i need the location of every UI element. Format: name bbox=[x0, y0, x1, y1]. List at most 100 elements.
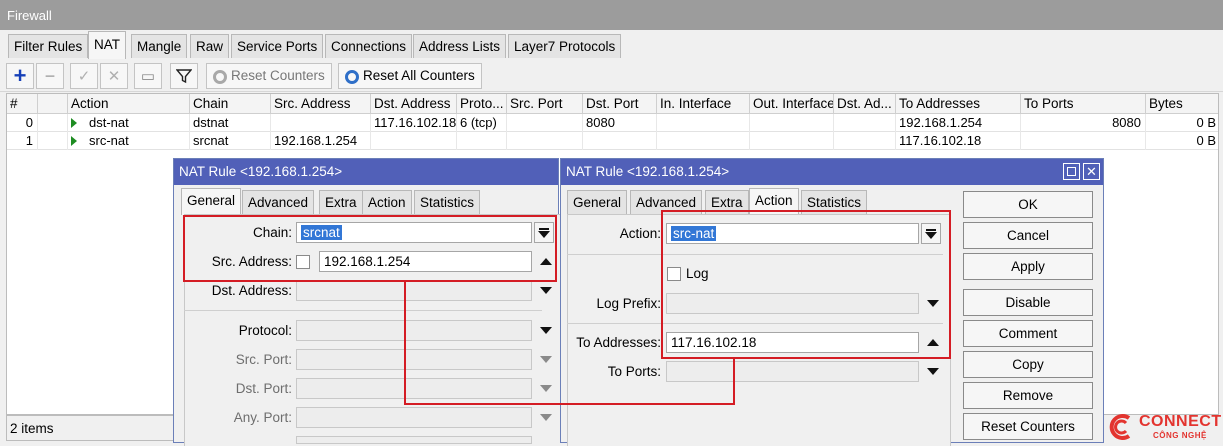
any-port-input[interactable] bbox=[296, 407, 532, 428]
src-port-dropdown-button[interactable] bbox=[536, 349, 556, 370]
tab-nat[interactable]: NAT bbox=[88, 31, 126, 59]
cancel-button[interactable]: Cancel bbox=[963, 222, 1093, 249]
column-action[interactable]: Action bbox=[68, 94, 190, 114]
row-in-interface bbox=[657, 132, 750, 150]
row-dst-port: 8080 bbox=[583, 114, 657, 132]
separator bbox=[567, 323, 943, 324]
log-checkbox[interactable] bbox=[667, 267, 681, 281]
enable-button[interactable]: ✓ bbox=[70, 63, 98, 89]
dst-port-dropdown-button[interactable] bbox=[536, 378, 556, 399]
remove-button[interactable]: Remove bbox=[963, 382, 1093, 409]
tab-filter-rules[interactable]: Filter Rules bbox=[8, 34, 89, 58]
row-protocol bbox=[457, 132, 507, 150]
src-address-collapse-button[interactable] bbox=[536, 251, 556, 272]
tab-general[interactable]: General bbox=[181, 188, 242, 215]
row-action: dst-nat bbox=[86, 114, 190, 132]
disable-button[interactable]: ✕ bbox=[100, 63, 128, 89]
log-prefix-label: Log Prefix: bbox=[596, 296, 661, 311]
any-port-dropdown-button[interactable] bbox=[536, 407, 556, 428]
tab-layer7-protocols[interactable]: Layer7 Protocols bbox=[508, 34, 622, 58]
row-number: 1 bbox=[7, 132, 38, 150]
firewall-toolbar: + − ✓ ✕ ▭ Reset Counters Reset All Count… bbox=[0, 60, 1223, 92]
column-in-interface[interactable]: In. Interface bbox=[657, 94, 750, 114]
table-row[interactable]: 1 src-nat srcnat 192.168.1.254 117.16.10… bbox=[7, 132, 1218, 150]
filter-button[interactable] bbox=[170, 63, 198, 89]
table-row[interactable]: 0 dst-nat dstnat 117.16.102.18 6 (tcp) 8… bbox=[7, 114, 1218, 132]
ok-button[interactable]: OK bbox=[963, 191, 1093, 218]
dst-address-expand-button[interactable] bbox=[536, 280, 556, 301]
column-protocol[interactable]: Proto... bbox=[457, 94, 507, 114]
tab-raw[interactable]: Raw bbox=[190, 34, 230, 58]
add-button[interactable]: + bbox=[6, 63, 34, 89]
tab-connections[interactable]: Connections bbox=[325, 34, 413, 58]
copy-button[interactable]: Copy bbox=[963, 351, 1093, 378]
tab-advanced[interactable]: Advanced bbox=[630, 190, 703, 214]
disable-button[interactable]: Disable bbox=[963, 289, 1093, 316]
reset-counters-button[interactable]: Reset Counters bbox=[206, 63, 332, 89]
any-port-label: Any. Port: bbox=[233, 410, 292, 425]
to-ports-dropdown-button[interactable] bbox=[923, 361, 943, 382]
tab-statistics[interactable]: Statistics bbox=[801, 190, 868, 214]
tab-general[interactable]: General bbox=[567, 190, 628, 214]
column-dst-port[interactable]: Dst. Port bbox=[583, 94, 657, 114]
action-panel bbox=[567, 214, 951, 446]
tab-extra[interactable]: Extra bbox=[705, 190, 749, 214]
maximize-button[interactable] bbox=[1063, 163, 1080, 180]
dst-address-label: Dst. Address: bbox=[211, 283, 292, 298]
tab-action[interactable]: Action bbox=[749, 188, 799, 215]
dropdown-arrow-icon bbox=[540, 327, 552, 334]
protocol-dropdown-button[interactable] bbox=[536, 320, 556, 341]
tab-extra[interactable]: Extra bbox=[319, 190, 363, 214]
to-ports-input[interactable] bbox=[666, 361, 919, 382]
to-addresses-collapse-button[interactable] bbox=[923, 332, 943, 353]
dst-address-input[interactable] bbox=[296, 280, 532, 301]
tab-address-lists[interactable]: Address Lists bbox=[413, 34, 507, 58]
comment-button[interactable]: Comment bbox=[963, 320, 1093, 347]
row-number: 0 bbox=[7, 114, 38, 132]
column-to-ports[interactable]: To Ports bbox=[1021, 94, 1146, 114]
reset-counters-button[interactable]: Reset Counters bbox=[963, 413, 1093, 440]
column-dst-address-list[interactable]: Dst. Ad... bbox=[834, 94, 896, 114]
row-blank bbox=[38, 114, 68, 132]
column-chain[interactable]: Chain bbox=[190, 94, 271, 114]
column-out-interface[interactable]: Out. Interface bbox=[750, 94, 834, 114]
apply-button[interactable]: Apply bbox=[963, 253, 1093, 280]
minus-icon: − bbox=[44, 65, 56, 86]
to-addresses-input[interactable]: 117.16.102.18 bbox=[666, 332, 919, 353]
item-count-status: 2 items bbox=[6, 415, 176, 441]
column-blank[interactable] bbox=[38, 94, 68, 114]
enabled-flag-icon bbox=[71, 136, 77, 146]
reset-all-counters-button[interactable]: Reset All Counters bbox=[338, 63, 482, 89]
src-address-input[interactable]: 192.168.1.254 bbox=[319, 251, 532, 272]
column-number[interactable]: # bbox=[7, 94, 38, 114]
action-dropdown-button[interactable] bbox=[921, 223, 941, 244]
dst-port-input[interactable] bbox=[296, 378, 532, 399]
tab-service-ports[interactable]: Service Ports bbox=[231, 34, 324, 58]
chain-dropdown-button[interactable] bbox=[534, 222, 554, 243]
chain-select[interactable]: srcnat bbox=[296, 222, 532, 243]
comment-button[interactable]: ▭ bbox=[134, 63, 162, 89]
column-src-port[interactable]: Src. Port bbox=[507, 94, 583, 114]
src-address-invert-checkbox[interactable] bbox=[296, 255, 310, 269]
tab-mangle[interactable]: Mangle bbox=[131, 34, 188, 58]
column-dst-address[interactable]: Dst. Address bbox=[371, 94, 457, 114]
action-select[interactable]: src-nat bbox=[666, 223, 919, 244]
log-prefix-dropdown-button[interactable] bbox=[923, 293, 943, 314]
row-to-addresses: 192.168.1.254 bbox=[896, 114, 1021, 132]
remove-button[interactable]: − bbox=[36, 63, 64, 89]
protocol-input[interactable] bbox=[296, 320, 532, 341]
tab-statistics[interactable]: Statistics bbox=[414, 190, 481, 214]
column-to-addresses[interactable]: To Addresses bbox=[896, 94, 1021, 114]
tab-action[interactable]: Action bbox=[362, 190, 412, 214]
row-in-interface bbox=[657, 114, 750, 132]
row-dst-address bbox=[371, 132, 457, 150]
column-bytes[interactable]: Bytes bbox=[1146, 94, 1220, 114]
close-button[interactable]: ✕ bbox=[1083, 163, 1100, 180]
tab-advanced[interactable]: Advanced bbox=[242, 190, 315, 214]
column-src-address[interactable]: Src. Address bbox=[271, 94, 371, 114]
row-src-address: 192.168.1.254 bbox=[271, 132, 371, 150]
log-prefix-input[interactable] bbox=[666, 293, 919, 314]
row-bytes: 0 B bbox=[1196, 115, 1216, 130]
dialog-title: NAT Rule <192.168.1.254> bbox=[561, 159, 1103, 185]
src-port-input[interactable] bbox=[296, 349, 532, 370]
